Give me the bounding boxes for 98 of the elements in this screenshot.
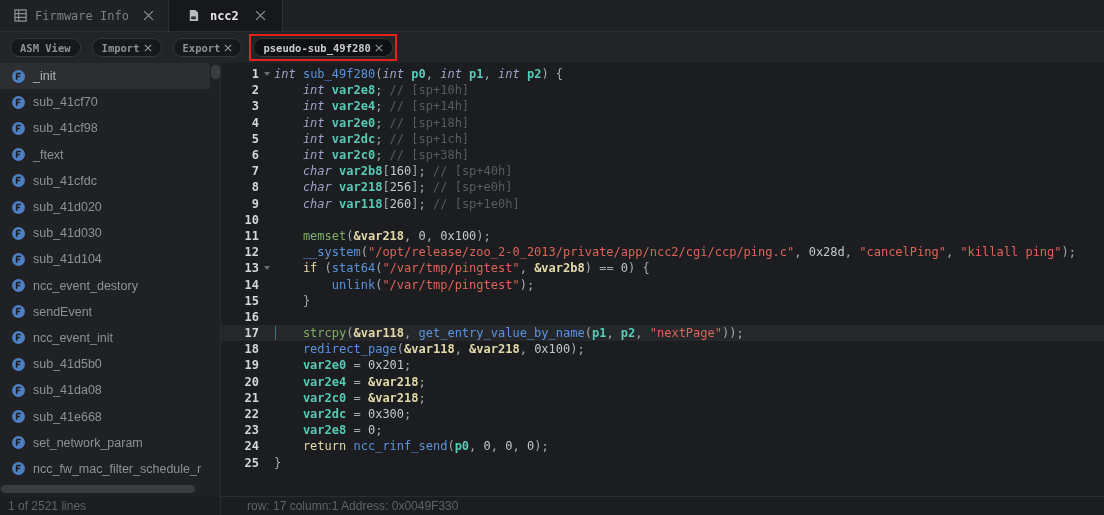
- code-line: redirect_page(&var118, &var218, 0x100);: [301, 342, 585, 357]
- function-item[interactable]: sub_41d030: [0, 220, 210, 247]
- line-number: 7: [250, 164, 259, 179]
- function-item[interactable]: sub_41e668: [0, 403, 210, 430]
- line-number: 23: [243, 423, 259, 438]
- function-icon: [12, 305, 25, 319]
- function-item[interactable]: sub_41cf70: [0, 89, 210, 116]
- function-icon: [12, 279, 25, 293]
- line-number: 17: [243, 326, 259, 341]
- code-line: int var2c0; // [sp+38h]: [301, 148, 470, 163]
- window-tab[interactable]: Firmware Info: [0, 0, 169, 31]
- function-icon: [12, 252, 25, 266]
- view-tab[interactable]: ASM View: [10, 38, 81, 57]
- line-number: 1: [250, 67, 259, 82]
- function-icon: [12, 357, 25, 371]
- function-icon: [12, 148, 25, 162]
- function-icon: [12, 383, 25, 397]
- function-item[interactable]: set_network_param: [0, 429, 210, 456]
- function-icon: [12, 226, 25, 240]
- line-number: 11: [243, 228, 259, 243]
- line-number: 9: [250, 196, 259, 211]
- code-line: int var2dc; // [sp+1ch]: [301, 131, 470, 146]
- line-number: 20: [243, 374, 259, 389]
- window-tab[interactable]: ncc2: [168, 0, 283, 31]
- code-line: return ncc_rinf_send(p0, 0, 0, 0);: [301, 439, 549, 454]
- code-line: unlink("/var/tmp/pingtest");: [330, 277, 535, 292]
- code-line: }: [274, 455, 282, 470]
- close-icon[interactable]: [224, 43, 233, 52]
- close-icon[interactable]: [374, 43, 383, 52]
- function-icon: [12, 410, 25, 424]
- table-icon: [14, 9, 27, 22]
- line-number: 6: [250, 148, 259, 163]
- code-line: var2dc = 0x300;: [301, 407, 412, 422]
- code-line: memset(&var218, 0, 0x100);: [301, 228, 491, 243]
- function-item[interactable]: ncc_fw_mac_filter_schedule_r: [0, 455, 210, 482]
- code-line: var2e0 = 0x201;: [301, 358, 412, 373]
- code-line: var2e8 = 0;: [301, 423, 383, 438]
- line-number: 22: [243, 407, 259, 422]
- code-line: if (stat64("/var/tmp/pingtest", &var2b8) == 0) {: [301, 261, 650, 276]
- function-item[interactable]: sub_41d020: [0, 193, 210, 221]
- function-item[interactable]: sub_41cf98: [0, 115, 210, 142]
- function-icon: [12, 200, 25, 214]
- line-number: 5: [250, 131, 259, 146]
- view-tab[interactable]: Import: [91, 38, 162, 57]
- view-tab[interactable]: Export: [172, 38, 243, 57]
- code-line: var2e4 = &var218;: [301, 374, 426, 389]
- line-number: 13: [243, 261, 259, 276]
- line-number: 4: [250, 115, 259, 130]
- line-number: 14: [243, 277, 259, 292]
- function-item[interactable]: _ftext: [0, 141, 210, 168]
- line-number: 3: [250, 99, 259, 114]
- line-number: 2: [250, 83, 259, 98]
- code-line: int sub_49f280(int p0, int p1, int p2) {: [274, 67, 564, 82]
- line-number: 10: [243, 212, 259, 227]
- fold-icon[interactable]: [263, 72, 270, 77]
- line-number: 24: [243, 439, 259, 454]
- close-icon[interactable]: [254, 10, 266, 21]
- line-number: 25: [243, 455, 259, 470]
- line-number: 15: [243, 293, 259, 308]
- function-item[interactable]: sub_41cfdc: [0, 167, 210, 194]
- scrollbar[interactable]: [1, 485, 195, 493]
- code-line: int var2e8; // [sp+10h]: [301, 83, 470, 98]
- code-line: char var118[260]; // [sp+1e0h]: [301, 196, 520, 211]
- function-item[interactable]: sub_41d104: [0, 246, 210, 273]
- code-line: char var218[256]; // [sp+e0h]: [301, 180, 513, 195]
- code-line: strcpy(&var118, get_entry_value_by_name(p1, p2, "nextPage"));: [301, 326, 744, 341]
- fold-icon[interactable]: [263, 266, 270, 271]
- code-line: char var2b8[160]; // [sp+40h]: [301, 164, 513, 179]
- cursor-status: row: 17 column:1 Address: 0x0049F330: [221, 496, 1104, 515]
- function-icon: [12, 121, 25, 135]
- function-icon: [12, 331, 25, 345]
- line-number: 19: [243, 358, 259, 373]
- line-number: 21: [243, 390, 259, 405]
- view-tab[interactable]: pseudo-sub_49f280: [253, 38, 393, 57]
- line-count: 1 of 2521 lines: [0, 497, 220, 515]
- code-line: var2c0 = &var218;: [301, 390, 426, 405]
- function-icon: [12, 174, 25, 188]
- line-number: 12: [243, 245, 259, 260]
- function-icon: [12, 69, 25, 83]
- function-icon: [12, 95, 25, 109]
- code-line: }: [301, 293, 311, 308]
- line-number: 16: [243, 309, 259, 324]
- function-item[interactable]: sendEvent: [0, 298, 210, 325]
- code-line: __system("/opt/release/zoo_2-0_2013/private/app/ncc2/cgi/ccp/ping.c", 0x28d, "cancelPing", "killall ping");: [301, 245, 1076, 260]
- line-number: 8: [250, 180, 259, 195]
- function-item[interactable]: ncc_event_destory: [0, 272, 210, 299]
- function-icon: [12, 462, 25, 476]
- code-line: int var2e4; // [sp+14h]: [301, 99, 470, 114]
- code-line: int var2e0; // [sp+18h]: [301, 115, 470, 130]
- line-number: 18: [243, 342, 259, 357]
- function-item[interactable]: sub_41d5b0: [0, 351, 210, 378]
- close-icon[interactable]: [142, 10, 154, 21]
- function-item[interactable]: ncc_event_init: [0, 324, 210, 352]
- function-icon: [12, 436, 25, 450]
- function-item[interactable]: _init: [0, 63, 210, 90]
- function-item[interactable]: sub_41da08: [0, 377, 210, 404]
- scrollbar[interactable]: [211, 65, 220, 79]
- close-icon[interactable]: [143, 43, 152, 52]
